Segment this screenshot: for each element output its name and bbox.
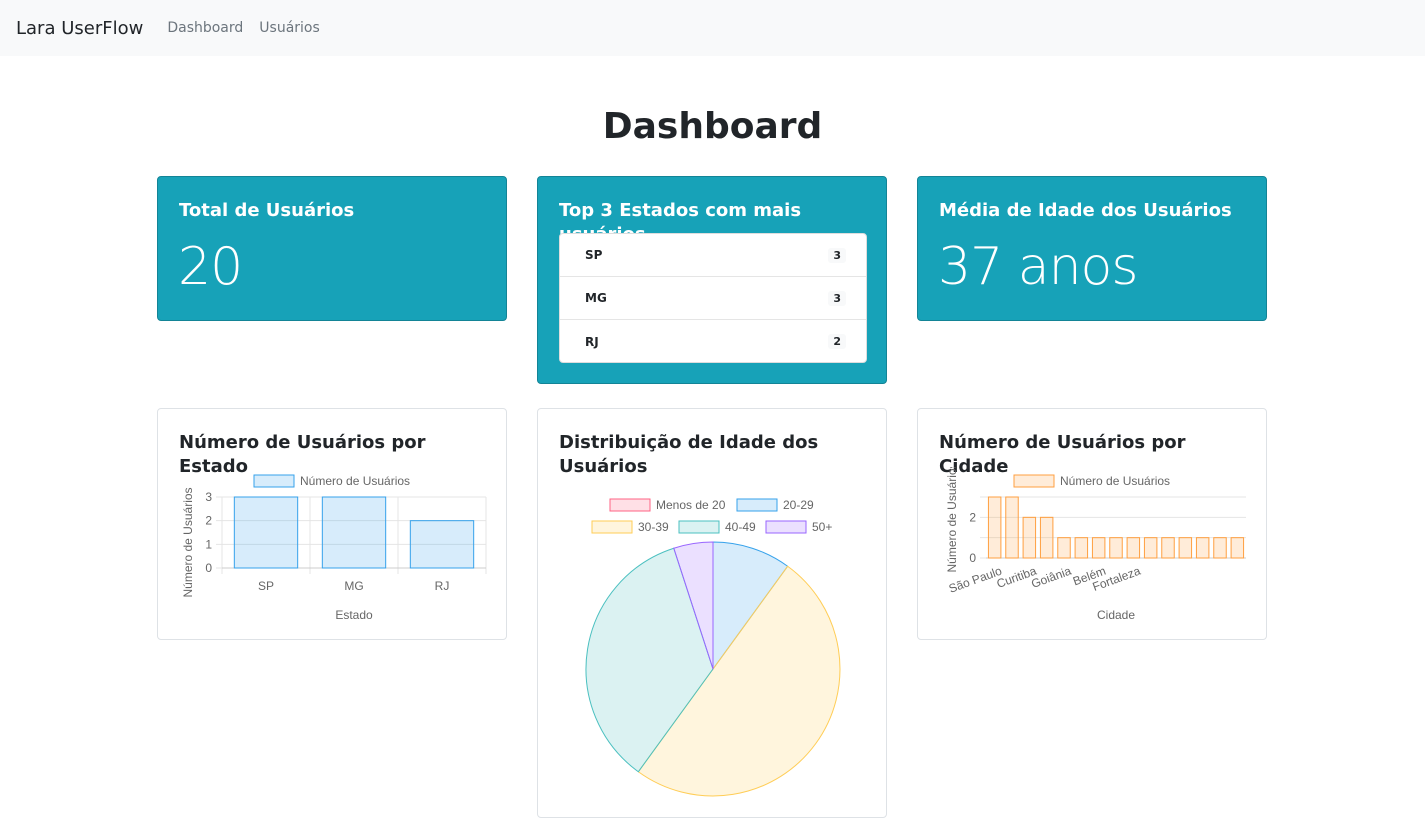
bar [1039, 516, 1054, 559]
x-axis-title: Cidade [1097, 608, 1135, 622]
avg-age-card: Média de Idade dos Usuários 37 anos [917, 176, 1267, 321]
bar [409, 520, 475, 569]
x-tick-label: MG [344, 579, 363, 593]
x-tick-label: SP [258, 579, 274, 593]
legend-swatch [1013, 474, 1055, 488]
legend-label: 50+ [812, 520, 832, 534]
brand-link[interactable]: Lara UserFlow [16, 18, 143, 39]
avg-age-value: 37 anos [938, 237, 1138, 297]
y-tick-label: 0 [205, 561, 212, 575]
total-users-card: Total de Usuários 20 [157, 176, 507, 321]
y-tick-label: 3 [205, 490, 212, 504]
legend-label: Número de Usuários [1060, 474, 1170, 488]
x-tick-label: RJ [435, 579, 450, 593]
bar [1091, 537, 1106, 559]
y-tick-label: 2 [205, 514, 212, 528]
state-count-badge: 3 [828, 247, 846, 263]
state-name: RJ [585, 334, 599, 349]
legend-label: 20-29 [783, 498, 814, 512]
bar [233, 496, 299, 569]
legend-swatch [591, 520, 633, 534]
age-distribution-card: Distribuição de Idade dos Usuários Menos… [537, 408, 887, 818]
avg-age-title: Média de Idade dos Usuários [939, 200, 1232, 221]
total-users-title: Total de Usuários [179, 200, 355, 221]
bar [987, 496, 1002, 559]
users-by-city-chart: Número de Usuários02São PauloCuritibaGoi… [945, 467, 1246, 622]
state-count-badge: 3 [828, 290, 846, 306]
x-tick-label: Goiânia [1029, 564, 1073, 591]
y-tick-label: 1 [205, 537, 212, 551]
top-states-card: Top 3 Estados com mais usuários SP 3 MG … [537, 176, 887, 384]
legend-swatch [736, 498, 778, 512]
users-by-state-chart: Número de Usuários 0 1 2 3 SP MG RJ Estado Número… [181, 474, 487, 622]
list-item: MG 3 [560, 277, 866, 320]
legend-label: 30-39 [638, 520, 669, 534]
y-axis-title: Número de Usuários [181, 487, 195, 597]
bar [1022, 516, 1037, 559]
bar [321, 496, 387, 569]
bar [1109, 537, 1123, 559]
state-count-badge: 2 [828, 334, 846, 349]
nav-link-dashboard[interactable]: Dashboard [167, 20, 243, 36]
bar [1005, 496, 1019, 559]
legend-swatch [678, 520, 720, 534]
page-title: Dashboard [602, 106, 823, 147]
legend-swatch [765, 520, 807, 534]
users-by-state-card: Número de Usuários por Estado Número de … [157, 408, 507, 640]
legend-swatch [253, 474, 295, 488]
y-tick-label: 2 [969, 510, 976, 524]
bar [1230, 537, 1245, 559]
state-name: MG [585, 291, 607, 305]
legend-swatch [609, 498, 651, 512]
users-by-city-card: Número de Usuários por Cidade Número de … [917, 408, 1267, 640]
total-users-value: 20 [178, 237, 243, 297]
list-item: RJ 2 [560, 320, 866, 363]
bar [1195, 537, 1210, 559]
bar [1143, 537, 1158, 559]
list-item: SP 3 [560, 234, 866, 277]
state-name: SP [585, 248, 603, 262]
legend-label: 40-49 [725, 520, 756, 534]
nav-link-usuarios[interactable]: Usuários [259, 20, 320, 36]
bar [1126, 537, 1141, 559]
bar [1074, 537, 1089, 559]
bar [1161, 537, 1175, 559]
legend-label: Número de Usuários [300, 474, 410, 488]
navbar: Lara UserFlow Dashboard Usuários [0, 0, 1425, 56]
y-axis-title: Número de Usuários [945, 467, 959, 573]
top-states-list: SP 3 MG 3 RJ 2 [559, 233, 867, 363]
legend-label: Menos de 20 [656, 498, 726, 512]
bar [1213, 537, 1227, 559]
bar [1057, 537, 1071, 559]
age-distribution-title: Distribuição de Idade dos Usuários [559, 432, 819, 477]
y-tick-label: 0 [969, 551, 976, 565]
age-distribution-chart: Menos de 20 20-29 30-39 40-49 50+ [585, 498, 841, 797]
x-axis-title: Estado [335, 608, 373, 622]
bar [1178, 537, 1193, 559]
